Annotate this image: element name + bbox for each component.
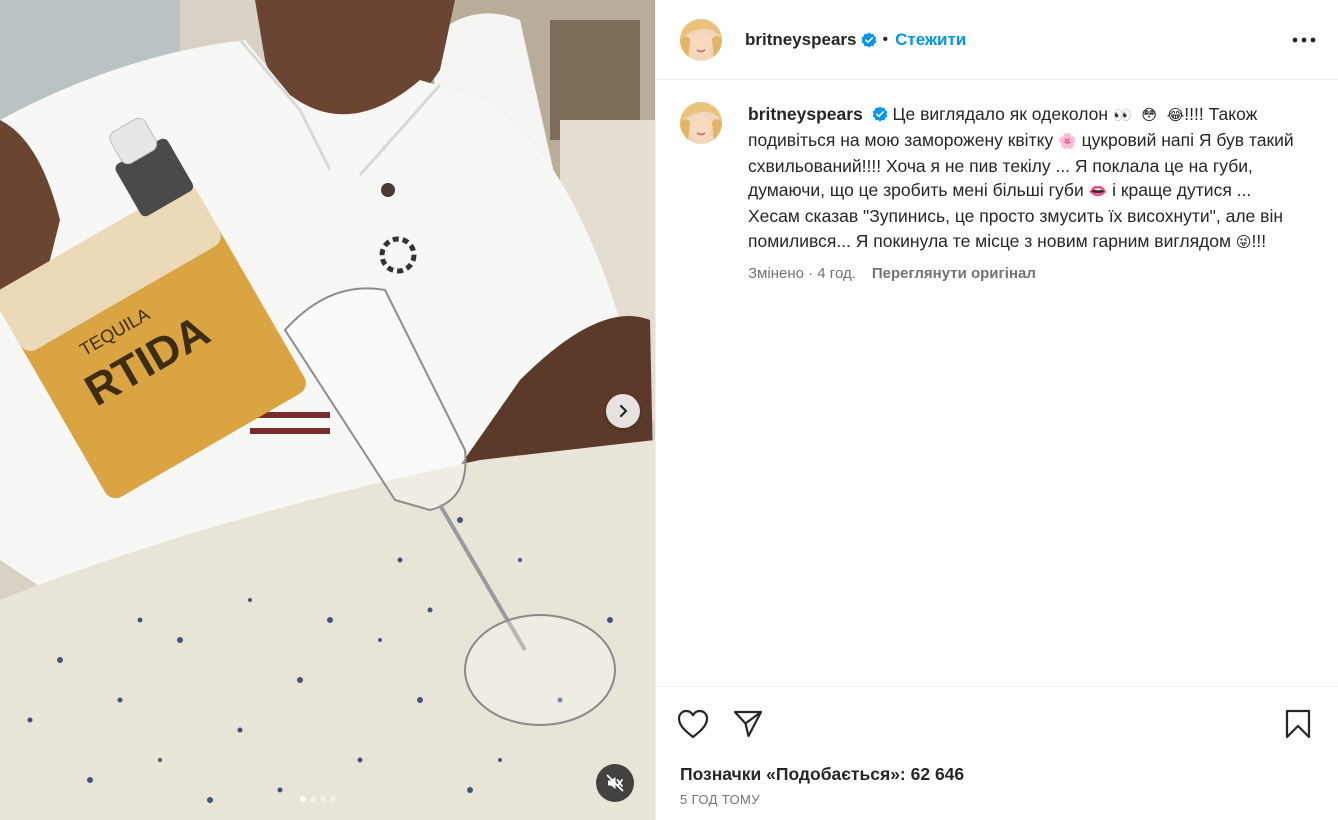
- see-original-link[interactable]: Переглянути оригінал: [872, 265, 1036, 282]
- verified-badge-icon: [872, 106, 887, 122]
- carousel-indicator: [300, 796, 336, 802]
- instagram-post: RTIDA TEQUILA britneyspears • Стежити br…: [0, 0, 1338, 820]
- avatar[interactable]: [680, 18, 722, 61]
- eyes-emoji: 👀: [1112, 106, 1132, 124]
- lips-emoji: 👄: [1088, 182, 1108, 201]
- heart-icon: [677, 709, 709, 739]
- share-button[interactable]: [731, 707, 765, 741]
- verified-badge-icon: [861, 32, 876, 47]
- more-options-button[interactable]: [1291, 28, 1317, 52]
- bookmark-icon: [1285, 709, 1311, 739]
- more-horizontal-icon: [1292, 37, 1316, 43]
- caption-text: britneyspears Це виглядало як одеколон 👀…: [748, 102, 1308, 255]
- post-caption: britneyspears Це виглядало як одеколон 👀…: [680, 102, 1320, 282]
- muted-speaker-icon: [606, 774, 624, 792]
- caption-part: Це виглядало як одеколон: [892, 104, 1113, 124]
- carousel-dot: [300, 796, 306, 802]
- caption-part: !!!: [1251, 230, 1267, 251]
- post-timestamp[interactable]: 5 ГОД ТОМУ: [680, 792, 760, 807]
- laughing-tears-emoji: 😂: [1166, 106, 1185, 124]
- mute-toggle-button[interactable]: [596, 764, 634, 802]
- likes-count[interactable]: Позначки «Подобається»: 62 646: [680, 764, 964, 785]
- winking-tongue-emoji: 😜: [1235, 232, 1252, 251]
- post-author-username[interactable]: britneyspears: [745, 30, 857, 50]
- next-media-button[interactable]: [606, 394, 640, 428]
- post-header: britneyspears • Стежити: [656, 0, 1338, 80]
- separator-dot: •: [882, 30, 889, 48]
- post-photo: RTIDA TEQUILA: [0, 0, 655, 820]
- carousel-dot: [320, 796, 326, 802]
- carousel-dot: [330, 796, 336, 802]
- post-media[interactable]: RTIDA TEQUILA: [0, 0, 655, 820]
- caption-username[interactable]: britneyspears: [748, 104, 863, 124]
- profile-photo: [680, 18, 722, 61]
- paper-plane-icon: [733, 710, 763, 738]
- edited-timestamp: Змінено · 4 год.: [748, 264, 856, 282]
- save-button[interactable]: [1281, 707, 1315, 741]
- post-side-panel: britneyspears • Стежити britneyspears Це…: [655, 0, 1338, 820]
- follow-button[interactable]: Стежити: [895, 30, 966, 50]
- caption-meta: Змінено · 4 год. Переглянути оригінал: [748, 265, 1308, 282]
- action-bar: [656, 686, 1338, 766]
- carousel-dot: [310, 796, 316, 802]
- like-button[interactable]: [676, 707, 710, 741]
- flushed-face-emoji: 😳: [1141, 106, 1157, 124]
- cherry-blossom-emoji: 🌸: [1058, 131, 1077, 150]
- profile-photo: [680, 102, 722, 144]
- caption-body: britneyspears Це виглядало як одеколон 👀…: [748, 102, 1308, 282]
- avatar[interactable]: [680, 102, 722, 144]
- chevron-right-icon: [619, 404, 628, 418]
